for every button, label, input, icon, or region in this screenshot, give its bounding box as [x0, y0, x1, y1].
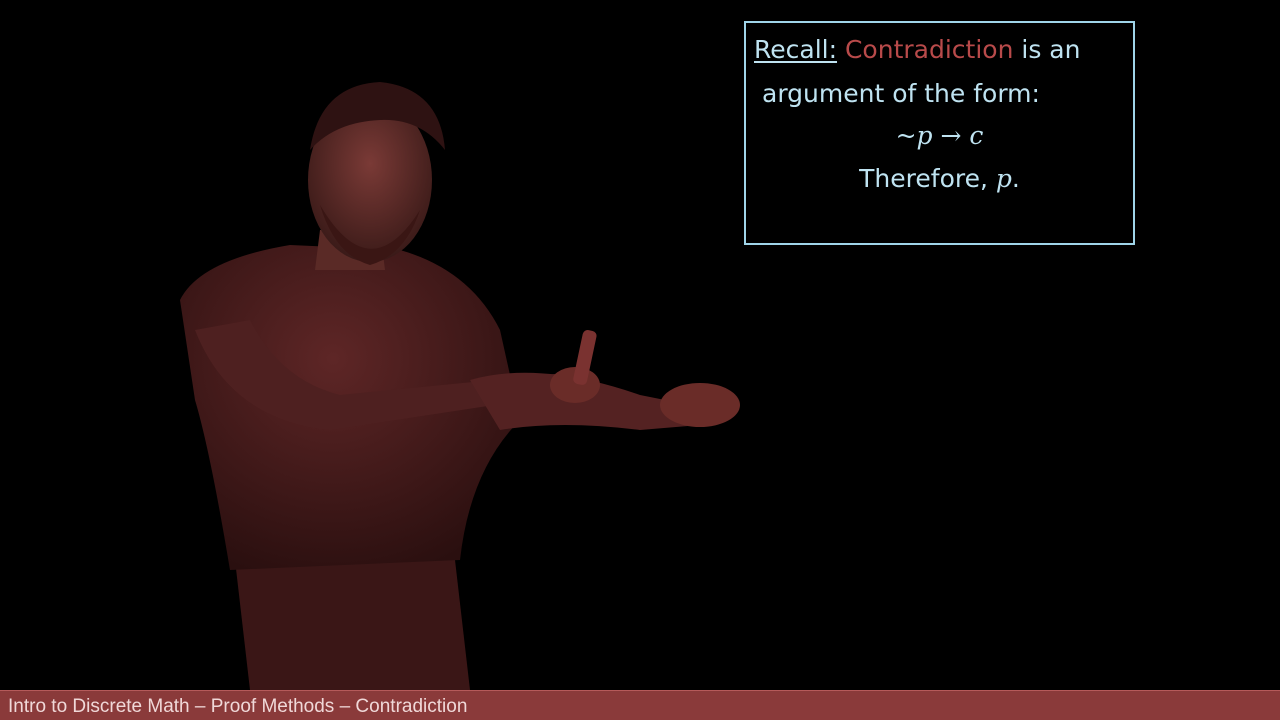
- premise-formula: ~p → c: [895, 121, 984, 150]
- lecture-title: Intro to Discrete Math – Proof Methods –…: [8, 696, 468, 717]
- recall-label: Recall:: [754, 35, 838, 64]
- lecture-title-bar: Intro to Discrete Math – Proof Methods –…: [0, 690, 1280, 720]
- recall-line2: argument of the form:: [762, 79, 1040, 108]
- conclusion-line: Therefore, p.: [746, 166, 1133, 191]
- conclusion-suffix: .: [1011, 164, 1020, 193]
- recall-line1-rest: is an: [1013, 35, 1081, 64]
- conclusion-prefix: Therefore,: [859, 164, 996, 193]
- contradiction-term: Contradiction: [844, 35, 1014, 64]
- conclusion-variable: p: [995, 164, 1012, 193]
- recall-heading-line: Recall: Contradiction is an: [754, 37, 1080, 62]
- recall-definition-box: Recall: Contradiction is an argument of …: [744, 21, 1135, 245]
- video-frame: Recall: Contradiction is an argument of …: [0, 0, 1280, 720]
